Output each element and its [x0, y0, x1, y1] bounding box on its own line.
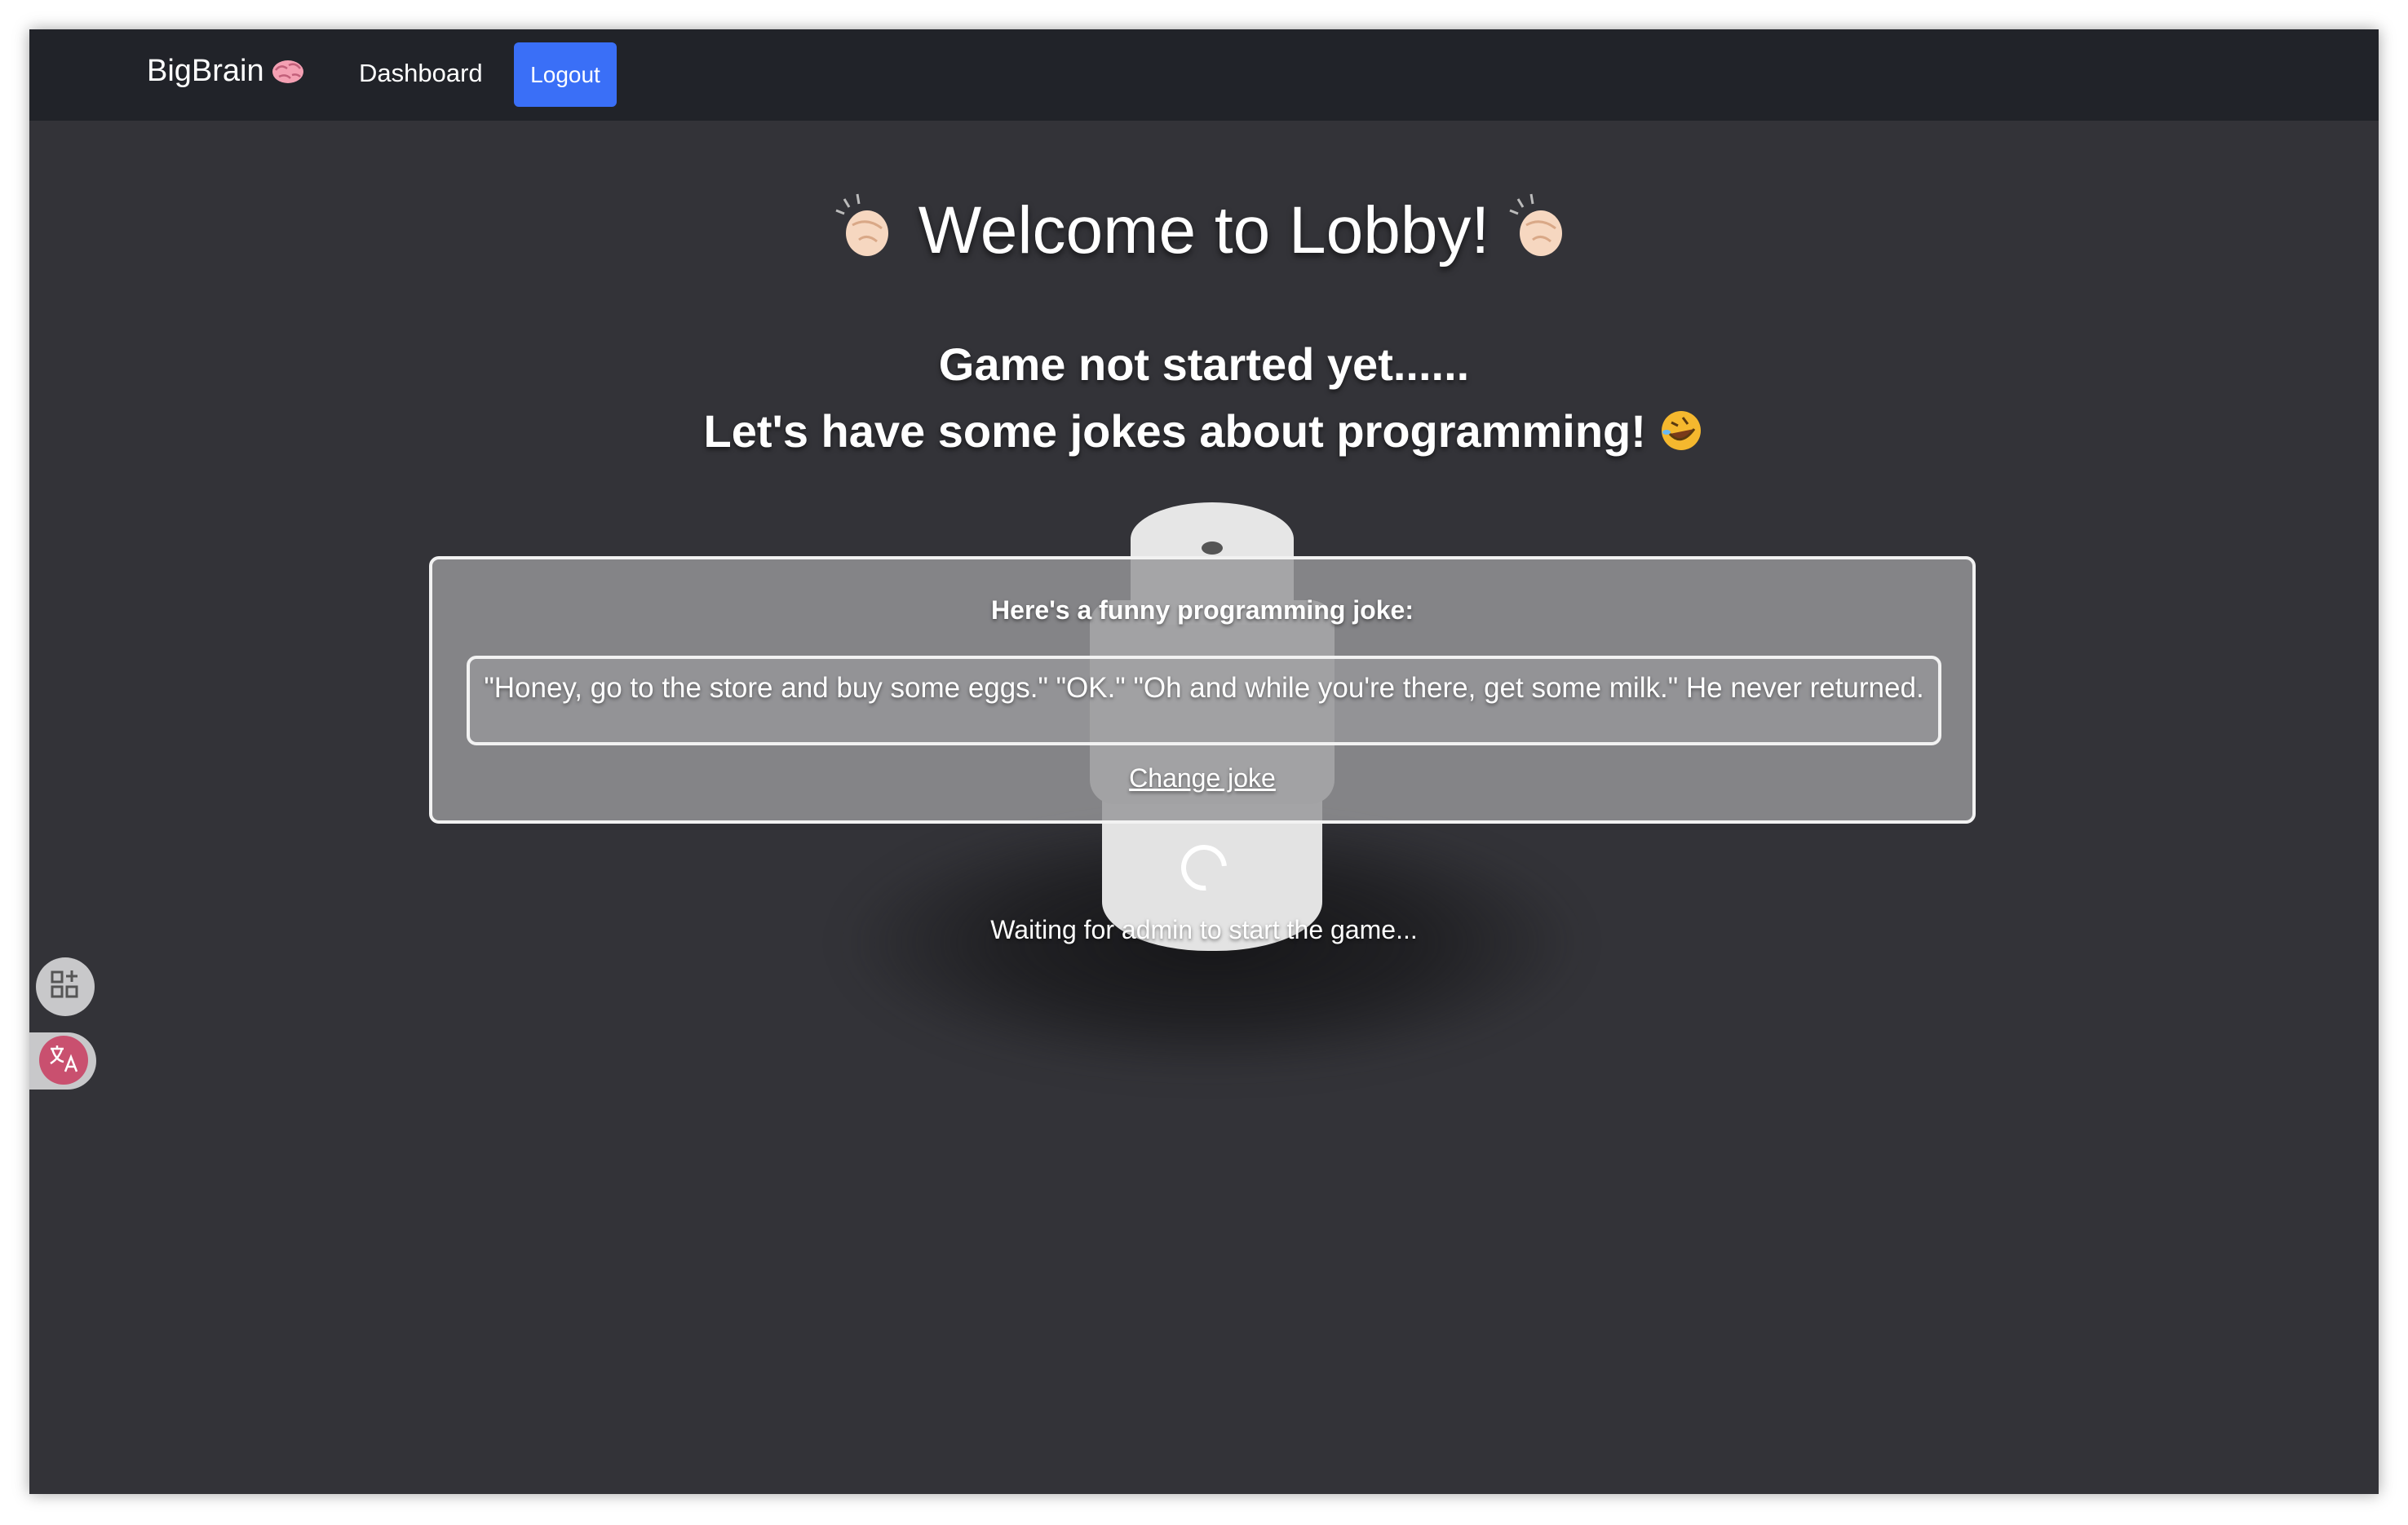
apps-add-button[interactable] [36, 957, 95, 1016]
background-shape-hole [1202, 541, 1223, 555]
logout-button[interactable]: Logout [514, 42, 617, 107]
rofl-face-icon [1646, 405, 1705, 457]
apps-add-icon [49, 969, 82, 1006]
jokes-subtitle-text: Let's have some jokes about programming! [703, 405, 1646, 457]
translate-icon [47, 1042, 80, 1079]
status-subtitle: Game not started yet...... [938, 338, 1470, 390]
navbar: BigBrain Dashboard Logout [29, 29, 2379, 121]
clapping-hands-icon [834, 193, 918, 267]
nav-link-dashboard[interactable]: Dashboard [359, 59, 483, 88]
page-title-text: Welcome to Lobby! [918, 193, 1490, 267]
clapping-hands-icon [1490, 193, 1574, 267]
joke-card: Here's a funny programming joke: "Honey,… [429, 556, 1976, 824]
translate-button[interactable] [39, 1036, 88, 1085]
joke-text: "Honey, go to the store and buy some egg… [467, 656, 1941, 745]
joke-heading: Here's a funny programming joke: [991, 595, 1414, 625]
change-joke-link[interactable]: Change joke [432, 763, 1972, 793]
browser-window: BigBrain Dashboard Logout Welcome to Lob… [29, 29, 2379, 1494]
jokes-subtitle: Let's have some jokes about programming! [29, 404, 2379, 458]
waiting-message: Waiting for admin to start the game... [990, 915, 1418, 944]
page-title: Welcome to Lobby! [29, 192, 2379, 269]
brand-link[interactable]: BigBrain [147, 54, 305, 89]
brain-icon [271, 57, 305, 86]
brand-name: BigBrain [147, 54, 264, 88]
